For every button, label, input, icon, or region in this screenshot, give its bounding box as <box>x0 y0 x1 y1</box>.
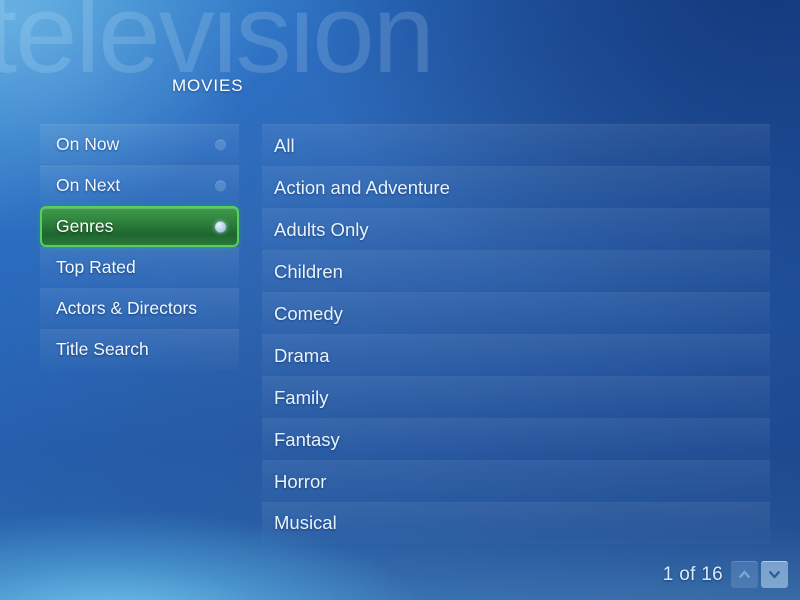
sidebar-item-label: Actors & Directors <box>56 298 197 318</box>
list-item-label: Musical <box>274 512 337 533</box>
list-item[interactable]: Family <box>262 376 770 418</box>
list-item[interactable]: All <box>262 124 770 166</box>
sidebar-menu: On Now On Next Genres Top Rated Actors & Dir… <box>40 124 239 370</box>
media-center-screen: television MOVIES On Now On Next Genres Top… <box>0 0 800 600</box>
sidebar-item-label: On Now <box>56 134 120 154</box>
chevron-up-icon <box>738 570 751 579</box>
sidebar-item-genres[interactable]: Genres <box>40 206 239 247</box>
list-item[interactable]: Adults Only <box>262 208 770 250</box>
genre-list: All Action and Adventure Adults Only Childr… <box>262 124 770 544</box>
list-item-label: All <box>274 134 295 156</box>
chevron-down-icon <box>768 570 781 579</box>
list-item-label: Horror <box>274 470 327 492</box>
sidebar-item-label: Title Search <box>56 339 149 359</box>
submenu-dot-icon <box>215 221 226 232</box>
pager-buttons <box>731 561 788 588</box>
sidebar-item-label: Top Rated <box>56 257 136 277</box>
pager: 1 of 16 <box>663 561 788 588</box>
pager-up-button[interactable] <box>731 561 758 588</box>
sidebar-item-actors-directors[interactable]: Actors & Directors <box>40 288 239 329</box>
pager-label: 1 of 16 <box>662 563 723 585</box>
list-item-label: Children <box>274 260 343 282</box>
sidebar-item-title-search[interactable]: Title Search <box>40 329 239 370</box>
list-item[interactable]: Action and Adventure <box>262 166 770 208</box>
sidebar-item-on-next[interactable]: On Next <box>40 165 239 206</box>
list-item[interactable]: Horror <box>262 460 770 502</box>
list-item-label: Comedy <box>274 302 343 324</box>
list-item[interactable]: Comedy <box>262 292 770 334</box>
sidebar-item-on-now[interactable]: On Now <box>40 124 239 165</box>
list-item-label: Drama <box>274 344 330 366</box>
pager-down-button[interactable] <box>761 561 788 588</box>
submenu-dot-icon <box>215 180 226 191</box>
list-item-label: Fantasy <box>274 428 340 450</box>
list-item[interactable]: Fantasy <box>262 418 770 460</box>
list-item[interactable]: Drama <box>262 334 770 376</box>
list-item-label: Action and Adventure <box>274 176 450 198</box>
sidebar-item-label: Genres <box>56 216 114 236</box>
list-item-label: Adults Only <box>274 218 369 240</box>
sidebar-item-label: On Next <box>56 175 121 195</box>
list-item-label: Family <box>274 386 329 408</box>
list-item[interactable]: Children <box>262 250 770 292</box>
sidebar-item-top-rated[interactable]: Top Rated <box>40 247 239 288</box>
page-title: MOVIES <box>172 76 244 95</box>
submenu-dot-icon <box>215 139 226 150</box>
list-item[interactable]: Musical <box>262 502 770 544</box>
